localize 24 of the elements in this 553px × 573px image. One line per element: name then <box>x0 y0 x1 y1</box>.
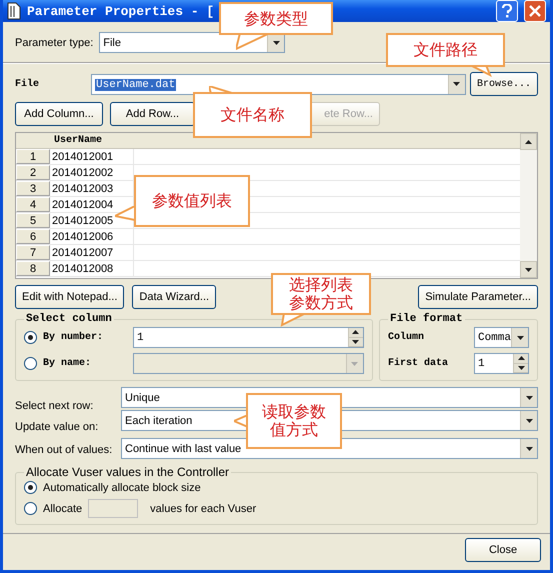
radio-label: Automatically allocate block size <box>43 482 201 494</box>
radio-label: Allocate <box>43 502 82 514</box>
column-header: UserName <box>53 134 104 148</box>
field-label: When out of values: <box>15 444 114 456</box>
table-cell: 2014012008 <box>50 261 134 276</box>
radio-label: By name: <box>43 358 92 369</box>
field-label: Update value on: <box>15 421 100 433</box>
field-label: Column <box>388 332 425 343</box>
table-cell: 2014012007 <box>50 245 134 260</box>
group-title: Allocate Vuser values in the Controller <box>25 465 230 479</box>
group-title: File format <box>388 313 464 325</box>
window-title: Parameter Properties - [ <box>27 4 214 18</box>
field-label: Parameter type: <box>15 36 94 48</box>
table-cell: 2014012001 <box>50 149 134 164</box>
radio-label: By number: <box>43 332 104 343</box>
field-label: File <box>15 78 40 90</box>
group-title: Select column <box>25 313 113 325</box>
field-label: Select next row: <box>15 400 94 412</box>
field-label: values for each Vuser <box>150 502 256 514</box>
selected-file-name: UserName.dat <box>95 78 176 90</box>
annotation-tooltip: 读取参数值方式 <box>246 393 342 449</box>
annotation-tooltip: 参数值列表 <box>134 175 250 227</box>
field-label: First data <box>388 358 449 369</box>
table-cell: 2014012006 <box>50 229 134 244</box>
